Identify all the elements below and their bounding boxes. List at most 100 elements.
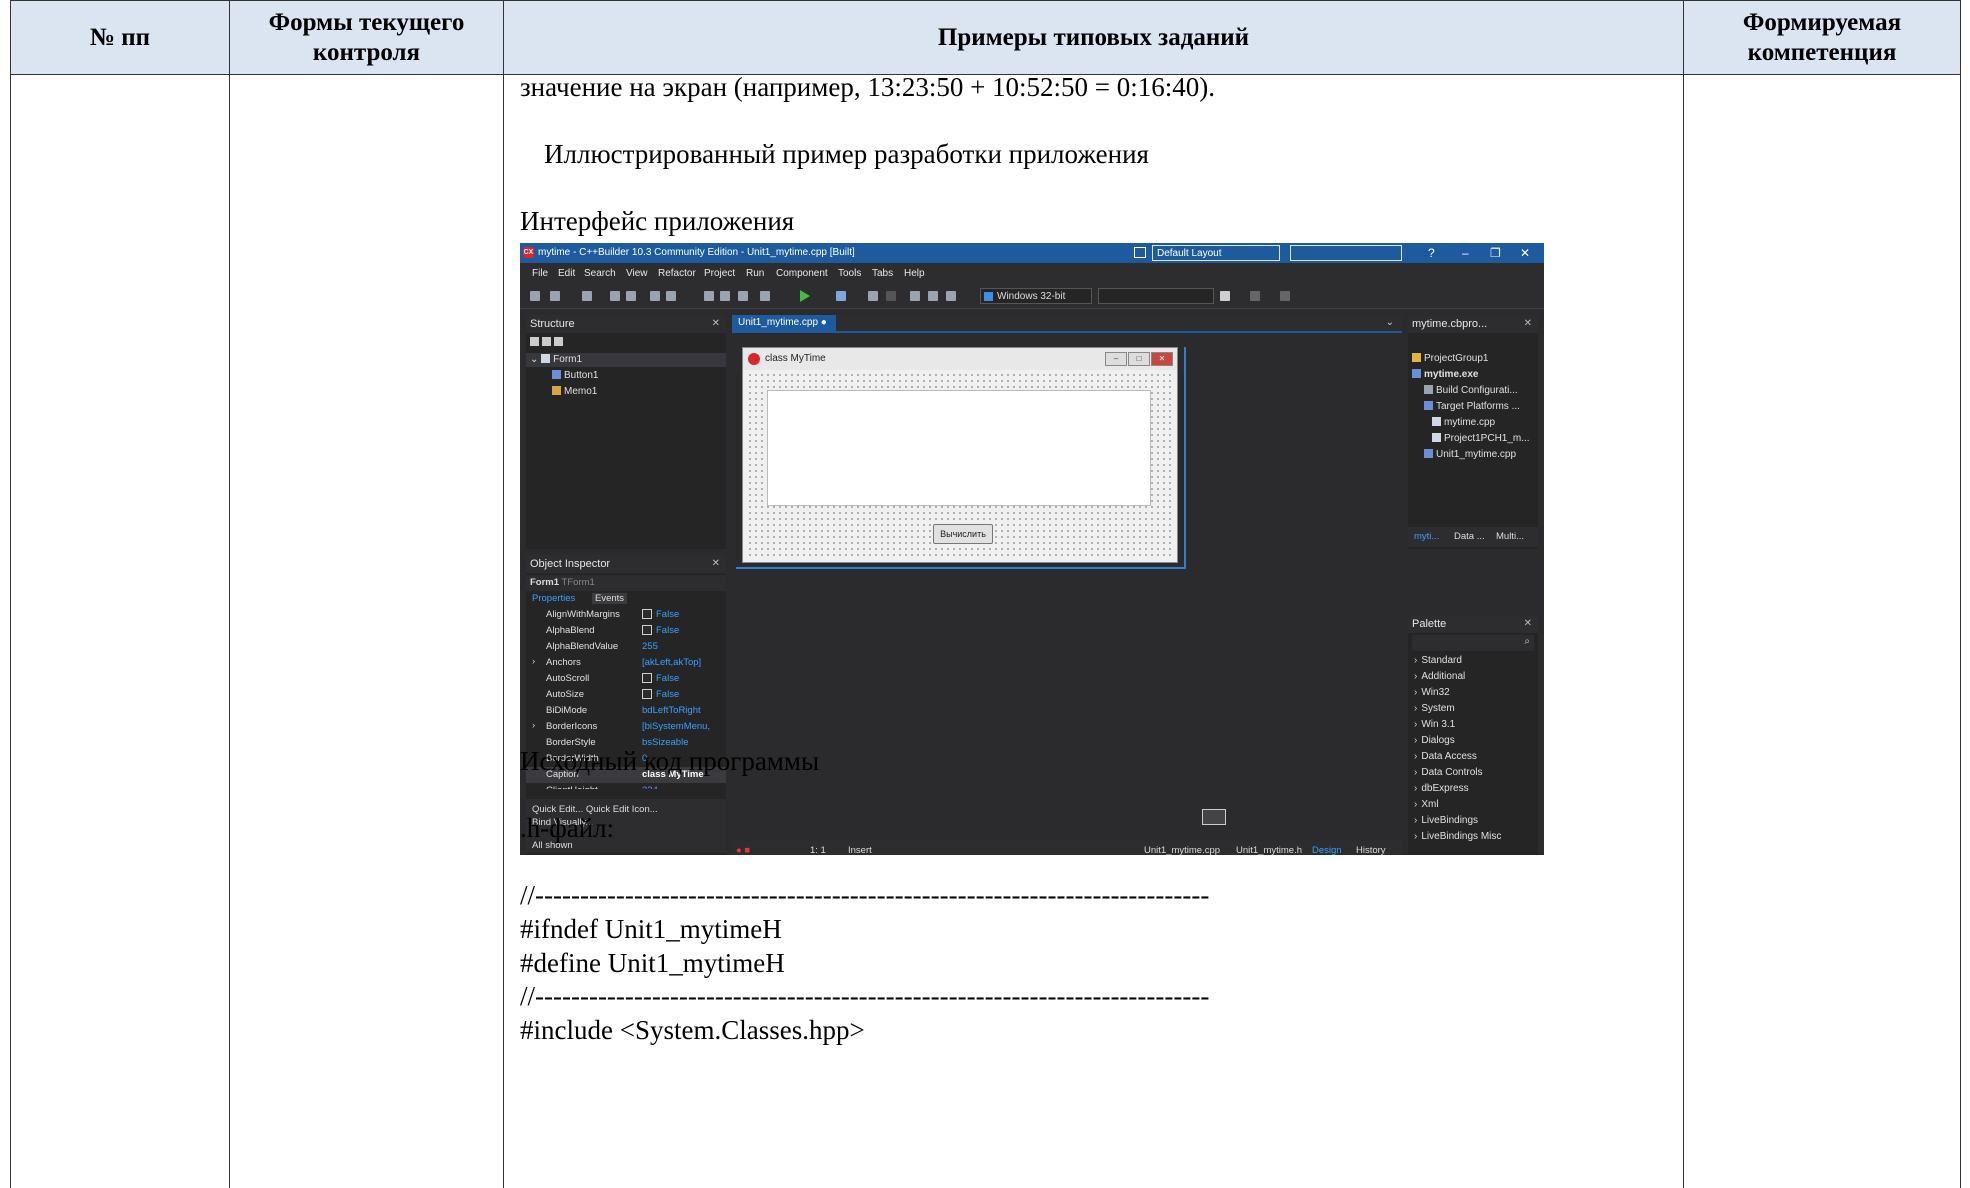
project-manager-panel: mytime.cbpro... ✕ ProjectGroup1 mytime.ex… xyxy=(1408,315,1538,549)
time-example-text: значение на экран (например, 13:23:50 + … xyxy=(520,75,1216,102)
close-panel-icon: ✕ xyxy=(711,558,720,569)
chevron-right-icon: › xyxy=(1414,703,1418,714)
project-item-label: mytime.cpp xyxy=(1444,417,1496,428)
structure-toolbar xyxy=(530,337,566,348)
status-tab-cpp: Unit1_mytime.cpp xyxy=(1144,845,1221,855)
code-line-4: //--------------------------------------… xyxy=(520,981,1210,1011)
project-tree-item: Unit1_mytime.cpp xyxy=(1424,449,1516,460)
property-row: AlphaBlendValue 255 xyxy=(526,639,726,655)
property-name: AlphaBlendValue xyxy=(546,641,619,652)
header-number: № пп xyxy=(10,0,230,75)
add-file-icon xyxy=(650,291,660,301)
minimize-button: – xyxy=(1462,246,1469,260)
file-icon xyxy=(1424,449,1433,458)
property-name: BiDiMode xyxy=(546,705,588,716)
menu-tools: Tools xyxy=(838,268,862,279)
designed-form-window: class MyTime – □ ✕ Вычислить xyxy=(742,347,1178,563)
windows-platform-icon xyxy=(984,292,993,301)
chevron-right-icon: › xyxy=(1414,831,1418,842)
project-tree-item: mytime.exe xyxy=(1412,369,1478,380)
platform-select: Windows 32-bit xyxy=(980,288,1092,304)
expand-icon: › xyxy=(532,656,536,667)
property-value: False xyxy=(656,689,680,700)
property-row: Anchors › [akLeft,akTop] xyxy=(526,655,726,671)
chevron-right-icon: › xyxy=(1414,735,1418,746)
open-project-icon xyxy=(626,291,636,301)
expand-icon: › xyxy=(532,720,536,731)
code-line-2: #ifndef Unit1_mytimeH xyxy=(520,914,782,944)
property-value: [akLeft,akTop] xyxy=(642,657,702,668)
property-value: 255 xyxy=(642,641,658,652)
file-icon xyxy=(1412,369,1421,378)
palette-category: › Dialogs xyxy=(1414,735,1455,746)
project-item-label: mytime.exe xyxy=(1424,369,1479,380)
structure-title-text: Structure xyxy=(530,318,575,330)
project-tab: myti... xyxy=(1414,531,1440,542)
form-designer-icon xyxy=(1202,809,1226,825)
property-value: [biSystemMenu, xyxy=(642,721,711,732)
tree-item-memo1: Memo1 xyxy=(552,386,597,397)
property-row: AutoSize False xyxy=(526,687,726,703)
palette-category: › Additional xyxy=(1414,671,1465,682)
close-panel-icon: ✕ xyxy=(1523,618,1532,629)
help-button: ? xyxy=(1428,246,1435,260)
ide-window-title: mytime - C++Builder 10.3 Community Editi… xyxy=(538,247,855,258)
palette-category-label: Dialogs xyxy=(1421,735,1455,746)
project-tree-item: ProjectGroup1 xyxy=(1412,353,1488,364)
object-inspector-panel: Object Inspector ✕ Form1 TForm1 Properti… xyxy=(526,555,726,855)
property-value: 224 xyxy=(642,785,658,789)
tree-item-button1: Button1 xyxy=(552,370,598,381)
tree-item-label: Form1 xyxy=(553,354,583,365)
table-row: значение на экран (например, 13:23:50 + … xyxy=(10,74,1961,1188)
property-checkbox xyxy=(642,625,652,635)
chevron-right-icon: › xyxy=(1414,687,1418,698)
document-page: № пп Формы текущего контроля Примеры тип… xyxy=(0,0,1970,1188)
palette-category-label: LiveBindings Misc xyxy=(1421,831,1502,842)
view-unit-icon xyxy=(720,291,730,301)
property-value: bdLeftToRight xyxy=(642,705,701,716)
calculate-button: Вычислить xyxy=(933,524,993,544)
palette-panel: Palette ✕ ⌕ › Standard › Additional › Win32 › S… xyxy=(1408,615,1538,855)
palette-category-label: Additional xyxy=(1421,671,1466,682)
run-without-debug-icon xyxy=(836,291,846,301)
palette-category-label: Standard xyxy=(1421,655,1462,666)
file-icon xyxy=(1432,417,1441,426)
project-tabs: myti... Data ... Multi... xyxy=(1408,527,1538,547)
chevron-right-icon: › xyxy=(1414,671,1418,682)
project-tree-item: mytime.cpp xyxy=(1432,417,1495,428)
structure-panel: Structure ✕ ⌄ Form1 Button1 Memo1 xyxy=(526,315,726,549)
form-close-icon: ✕ xyxy=(1151,352,1173,366)
configuration-select xyxy=(1098,288,1214,304)
tree-item-form1: ⌄ Form1 xyxy=(530,354,583,365)
property-value: False xyxy=(656,609,680,620)
project-item-label: Target Platforms ... xyxy=(1436,401,1520,412)
pause-icon xyxy=(868,291,878,301)
data-tab: Data ... xyxy=(1454,531,1485,542)
cell-competence xyxy=(1683,74,1961,1188)
h-file-label: .h-файл: xyxy=(520,813,615,843)
property-value: False xyxy=(656,625,680,636)
property-row: BorderIcons › [biSystemMenu, xyxy=(526,719,726,735)
cell-number xyxy=(10,74,230,1188)
menu-tabs: Tabs xyxy=(872,268,894,279)
button-component-icon xyxy=(552,370,561,379)
search-icon: ⌕ xyxy=(1524,636,1530,647)
object-inspector-title: Object Inspector xyxy=(526,555,726,573)
menu-search: Search xyxy=(584,268,616,279)
menu-file: File xyxy=(532,268,549,279)
editor-status-bar: ● ■ 1: 1 Insert Unit1_mytime.cpp Unit1_m… xyxy=(732,841,1402,855)
trace-into-icon xyxy=(928,291,938,301)
property-name: AutoSize xyxy=(546,689,585,700)
tab-properties: Properties xyxy=(532,593,576,604)
source-code-heading: Исходный код программы xyxy=(520,746,820,776)
view-form-icon xyxy=(738,291,748,301)
ide-menu-bar: File Edit Search View Refactor Project R… xyxy=(520,263,1544,283)
header-control-forms: Формы текущего контроля xyxy=(229,0,504,75)
property-name: AlignWithMargins xyxy=(546,609,620,620)
tab-events: Events xyxy=(592,593,628,604)
project-manager-title: mytime.cbpro... xyxy=(1408,315,1538,333)
assessment-table: № пп Формы текущего контроля Примеры тип… xyxy=(10,0,1961,1188)
form-window-buttons: – □ ✕ xyxy=(1104,352,1173,366)
move-up-icon xyxy=(542,337,551,346)
cell-control-forms xyxy=(229,74,504,1188)
